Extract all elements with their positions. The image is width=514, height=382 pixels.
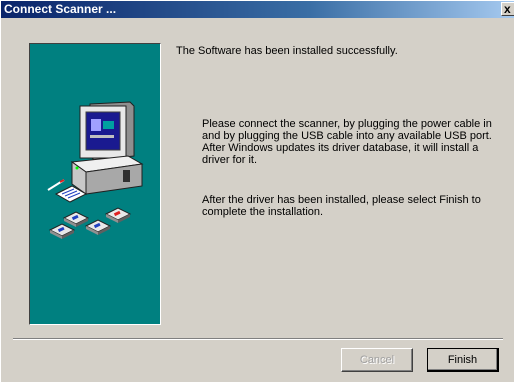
install-success-heading: The Software has been installed successf…	[176, 45, 398, 57]
setup-dialog: Connect Scanner ... x The Software has b…	[0, 0, 514, 382]
finish-button[interactable]: Finish	[427, 348, 499, 372]
monitor-icon	[79, 101, 135, 161]
finish-instructions: After the driver has been installed, ple…	[202, 194, 481, 218]
computer-icon	[70, 155, 144, 195]
window-title: Connect Scanner ...	[4, 2, 117, 16]
close-button[interactable]: x	[501, 2, 514, 16]
title-bar[interactable]: Connect Scanner ... x	[1, 1, 514, 18]
setup-illustration	[47, 101, 144, 239]
setup-illustration-panel	[29, 43, 161, 325]
cancel-button[interactable]: Cancel	[341, 348, 413, 372]
button-separator	[13, 338, 503, 340]
floppy-disk-icon	[48, 207, 132, 239]
close-icon: x	[504, 2, 511, 16]
connect-instructions: Please connect the scanner, by plugging …	[202, 118, 492, 166]
